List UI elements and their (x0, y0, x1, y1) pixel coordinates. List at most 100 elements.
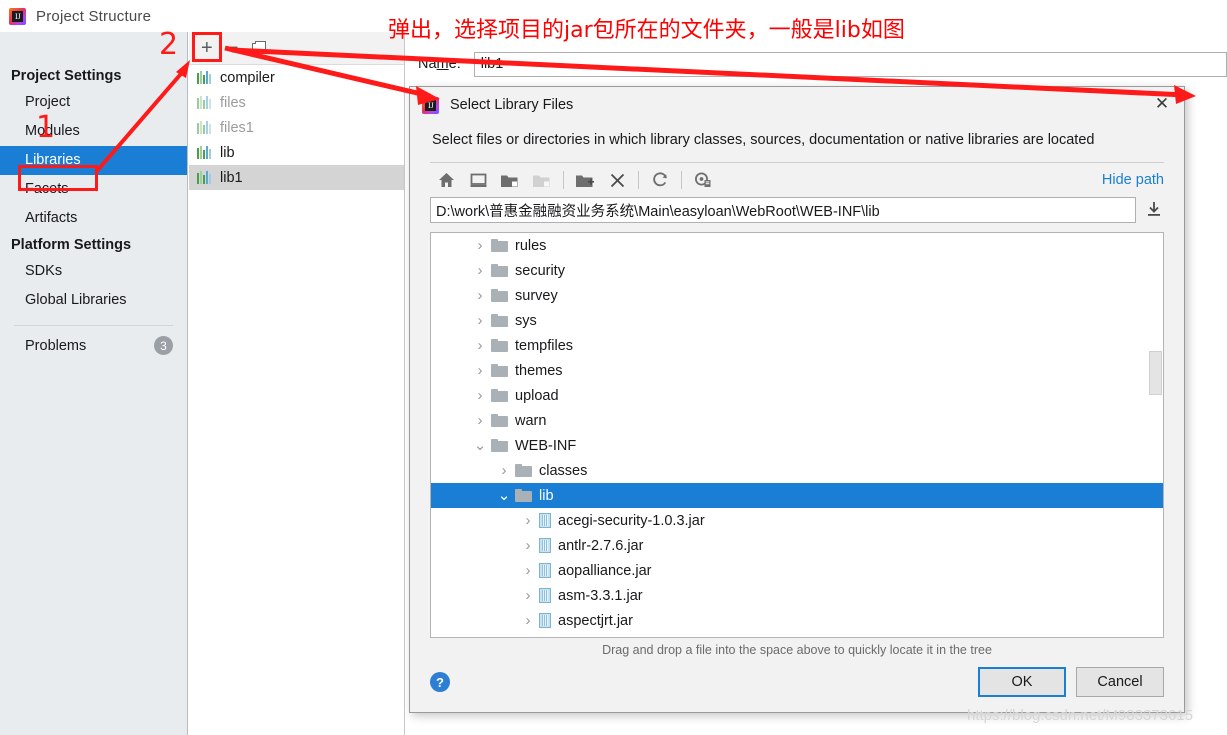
tree-row[interactable]: › classes (431, 458, 1163, 483)
sidebar-section-platform-settings: Platform Settings (11, 237, 132, 253)
tree-row[interactable]: ⌄ WEB-INF (431, 433, 1163, 458)
library-label: files (220, 94, 246, 111)
tree-row[interactable]: › sys (431, 308, 1163, 333)
remove-library-button[interactable]: − (227, 38, 239, 58)
tree-row[interactable]: ⌄ lib (431, 483, 1163, 508)
chevron-right-icon[interactable]: › (469, 387, 491, 404)
sidebar-item-project[interactable]: Project (0, 88, 187, 117)
list-item[interactable]: files (189, 90, 404, 115)
copy-icon[interactable] (252, 40, 267, 56)
jar-file-icon (539, 563, 551, 578)
chevron-right-icon[interactable]: › (469, 237, 491, 254)
path-row (410, 197, 1184, 223)
tree-row[interactable]: › rules (431, 233, 1163, 258)
chevron-right-icon[interactable]: › (469, 312, 491, 329)
path-input[interactable] (430, 197, 1136, 223)
toolbar-divider (681, 171, 682, 189)
sidebar-item-modules[interactable]: Modules (0, 117, 187, 146)
screen-root: IJ Project Structure ← → Project Setting… (0, 0, 1227, 735)
ok-button[interactable]: OK (978, 667, 1066, 697)
sidebar-item-sdks[interactable]: SDKs (0, 257, 187, 286)
help-icon[interactable]: ? (430, 672, 450, 692)
tree-row[interactable]: › aspectjweaver.jar (431, 633, 1163, 638)
show-hidden-files-icon[interactable] (687, 166, 719, 194)
chevron-right-icon[interactable]: › (469, 362, 491, 379)
tree-row[interactable]: › aspectjrt.jar (431, 608, 1163, 633)
annotation-step-1: 1 (36, 110, 56, 145)
tree-row-label: upload (515, 387, 559, 404)
sidebar-item-problems[interactable]: Problems 3 (0, 326, 187, 355)
tree-row[interactable]: › acegi-security-1.0.3.jar (431, 508, 1163, 533)
library-icon (197, 71, 212, 84)
dialog-titlebar: IJ Select Library Files ✕ (410, 87, 1184, 123)
chevron-right-icon[interactable]: › (517, 562, 539, 579)
tree-row[interactable]: › security (431, 258, 1163, 283)
folder-icon (515, 464, 532, 477)
jar-file-icon (539, 588, 551, 603)
file-chooser-toolbar: Hide path (410, 163, 1184, 197)
sidebar-item-artifacts[interactable]: Artifacts (0, 204, 187, 233)
toolbar-divider (563, 171, 564, 189)
list-item[interactable]: files1 (189, 115, 404, 140)
cancel-button[interactable]: Cancel (1076, 667, 1164, 697)
select-library-files-dialog: IJ Select Library Files ✕ Select files o… (409, 86, 1185, 713)
list-item[interactable]: compiler (189, 65, 404, 90)
close-icon[interactable]: ✕ (1153, 95, 1171, 113)
chevron-down-icon[interactable]: ⌄ (469, 438, 491, 453)
library-label: lib (220, 144, 235, 161)
chevron-down-icon[interactable]: ⌄ (493, 488, 515, 503)
tree-row-label: classes (539, 462, 588, 479)
delete-icon[interactable] (601, 166, 633, 194)
tree-row[interactable]: › antlr-2.7.6.jar (431, 533, 1163, 558)
hide-path-link[interactable]: Hide path (1102, 172, 1164, 188)
list-item[interactable]: lib1 (189, 165, 404, 190)
tree-row-label: security (515, 262, 565, 279)
chevron-right-icon[interactable]: › (493, 462, 515, 479)
folder-icon (491, 289, 508, 302)
sidebar-item-global-libraries[interactable]: Global Libraries (0, 286, 187, 315)
library-icon (197, 171, 212, 184)
chevron-right-icon[interactable]: › (517, 512, 539, 529)
home-icon[interactable] (430, 166, 462, 194)
library-label: compiler (220, 69, 275, 86)
tree-row[interactable]: › upload (431, 383, 1163, 408)
jar-file-icon (539, 613, 551, 628)
new-folder-icon[interactable] (569, 166, 601, 194)
list-item[interactable]: lib (189, 140, 404, 165)
tree-row-label: tempfiles (515, 337, 574, 354)
folder-icon (491, 414, 508, 427)
chevron-right-icon[interactable]: › (517, 537, 539, 554)
chevron-right-icon[interactable]: › (469, 287, 491, 304)
settings-sidebar: Project Settings Project Modules Librari… (0, 32, 188, 735)
tree-row[interactable]: › survey (431, 283, 1163, 308)
name-input[interactable] (473, 51, 1227, 77)
tree-row[interactable]: › warn (431, 408, 1163, 433)
chevron-right-icon[interactable]: › (469, 337, 491, 354)
tree-row[interactable]: › tempfiles (431, 333, 1163, 358)
tree-row-label: antlr-2.7.6.jar (558, 537, 644, 554)
chevron-right-icon[interactable]: › (517, 587, 539, 604)
chevron-right-icon[interactable]: › (517, 637, 539, 638)
library-label: lib1 (220, 169, 243, 186)
tree-row[interactable]: › themes (431, 358, 1163, 383)
library-icon (197, 96, 212, 109)
library-icon (197, 146, 212, 159)
tree-row-label: survey (515, 287, 558, 304)
tree-row-label: asm-3.3.1.jar (558, 587, 643, 604)
refresh-icon[interactable] (644, 166, 676, 194)
chevron-right-icon[interactable]: › (469, 412, 491, 429)
jar-file-icon (539, 538, 551, 553)
tree-row[interactable]: › aopalliance.jar (431, 558, 1163, 583)
watermark: https://blog.csdn.net/M983373615 (967, 707, 1193, 724)
desktop-icon[interactable] (462, 166, 494, 194)
problems-label: Problems (25, 337, 87, 354)
download-arrow-icon[interactable] (1144, 199, 1164, 221)
tree-row[interactable]: › asm-3.3.1.jar (431, 583, 1163, 608)
file-tree[interactable]: › rules › security › survey › sys › tempfiles › the… (430, 232, 1164, 638)
chevron-right-icon[interactable]: › (469, 262, 491, 279)
expand-folder-icon[interactable] (494, 166, 526, 194)
tree-scrollbar-thumb[interactable] (1149, 351, 1162, 395)
annotation-note: 弹出，选择项目的jar包所在的文件夹，一般是lib如图 (388, 18, 905, 43)
chevron-right-icon[interactable]: › (517, 612, 539, 629)
dialog-button-group: OK Cancel (978, 667, 1164, 697)
